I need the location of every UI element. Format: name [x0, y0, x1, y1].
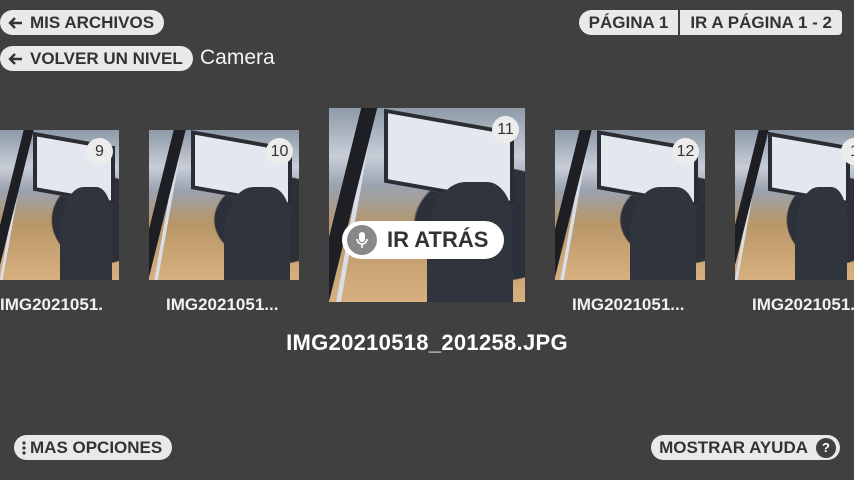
help-icon: ? [816, 437, 836, 458]
arrow-left-icon [8, 15, 24, 31]
voice-command-hint[interactable]: IR ATRÁS [342, 221, 505, 259]
gallery-item-selected[interactable]: 11 [329, 108, 525, 302]
show-help-button[interactable]: MOSTRAR AYUDA ? [651, 435, 840, 460]
my-files-label: MIS ARCHIVOS [30, 12, 155, 32]
thumbnail-caption: IMG2021051... [0, 295, 104, 314]
thumbnail-caption: IMG2021051... [166, 295, 279, 314]
gallery-item-thumbnail[interactable]: 9 [0, 130, 119, 280]
up-level-button[interactable]: VOLVER UN NIVEL [0, 46, 193, 71]
gallery-item-thumbnail[interactable]: 12 [555, 130, 705, 280]
more-options-label: MAS OPCIONES [30, 437, 163, 457]
show-help-label: MOSTRAR AYUDA [659, 437, 808, 457]
microphone-icon [347, 225, 377, 255]
voice-hint-label: IR ATRÁS [387, 227, 489, 252]
page-indicator[interactable]: PÁGINA 1 [578, 10, 681, 35]
item-number-badge: 10 [266, 138, 293, 165]
go-to-page-button[interactable]: IR A PÁGINA 1 - 2 [680, 10, 842, 35]
arrow-left-icon [8, 51, 24, 67]
more-vertical-icon [22, 440, 26, 455]
item-number-badge: 12 [672, 138, 699, 165]
thumbnail-caption: IMG2021051... [572, 295, 685, 314]
thumbnail-caption: IMG2021051... [752, 295, 854, 314]
gallery-item-thumbnail[interactable]: 10 [149, 130, 299, 280]
pagination: PÁGINA 1 IR A PÁGINA 1 - 2 [578, 10, 842, 35]
up-level-label: VOLVER UN NIVEL [30, 48, 183, 68]
photo-thumbnail [735, 130, 854, 280]
folder-name: Camera [200, 46, 275, 69]
item-number-badge: 9 [86, 138, 113, 165]
item-number-badge: 11 [492, 116, 519, 143]
selected-filename: IMG20210518_201258.JPG [286, 330, 568, 355]
my-files-button[interactable]: MIS ARCHIVOS [0, 10, 165, 35]
more-options-button[interactable]: MAS OPCIONES [14, 435, 173, 460]
gallery-item-thumbnail[interactable]: 1 [735, 130, 854, 280]
